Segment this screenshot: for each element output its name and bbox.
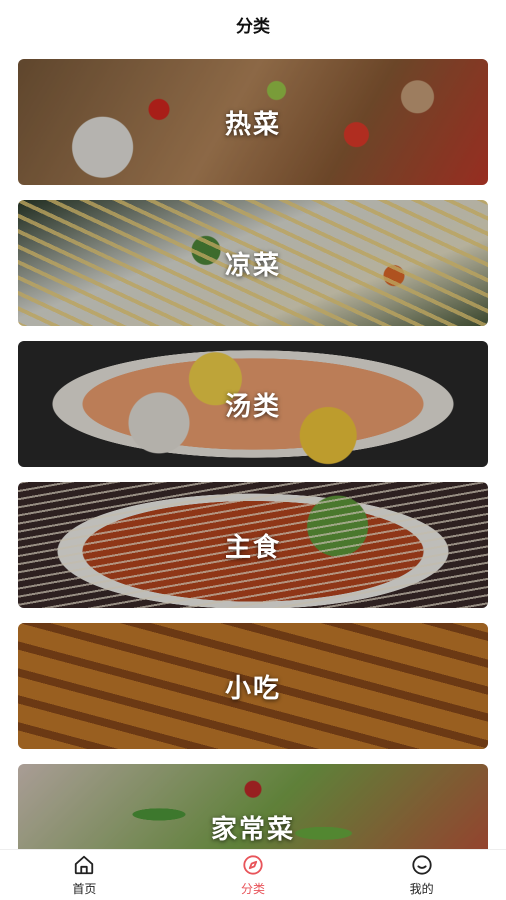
tab-label: 分类	[241, 882, 266, 896]
tab-label: 首页	[72, 882, 97, 896]
category-label: 热菜	[224, 109, 281, 140]
home-icon	[72, 853, 96, 877]
category-card-hot-dishes[interactable]: 热菜	[18, 59, 488, 185]
bottom-tab-bar: 首页 分类 我的	[0, 849, 506, 900]
category-card-staple-food[interactable]: 主食	[18, 482, 488, 608]
category-label: 小吃	[224, 673, 281, 704]
category-card-soups[interactable]: 汤类	[18, 341, 488, 467]
page-title: 分类	[236, 16, 270, 37]
category-label: 主食	[224, 532, 281, 563]
top-bar: 分类	[0, 0, 506, 48]
category-label: 凉菜	[224, 250, 281, 281]
category-card-cold-dishes[interactable]: 凉菜	[18, 200, 488, 326]
tab-profile[interactable]: 我的	[337, 850, 506, 900]
compass-icon	[241, 853, 265, 877]
category-card-snacks[interactable]: 小吃	[18, 623, 488, 749]
category-card-home-cooking[interactable]: 家常菜	[18, 764, 488, 849]
category-list[interactable]: 热菜 凉菜 汤类 主食 小吃 家常菜	[0, 59, 506, 849]
tab-label: 我的	[409, 882, 434, 896]
tab-home[interactable]: 首页	[0, 850, 169, 900]
category-label: 汤类	[224, 391, 281, 422]
tab-category[interactable]: 分类	[169, 850, 338, 900]
profile-icon	[410, 853, 434, 877]
category-label: 家常菜	[210, 814, 295, 845]
